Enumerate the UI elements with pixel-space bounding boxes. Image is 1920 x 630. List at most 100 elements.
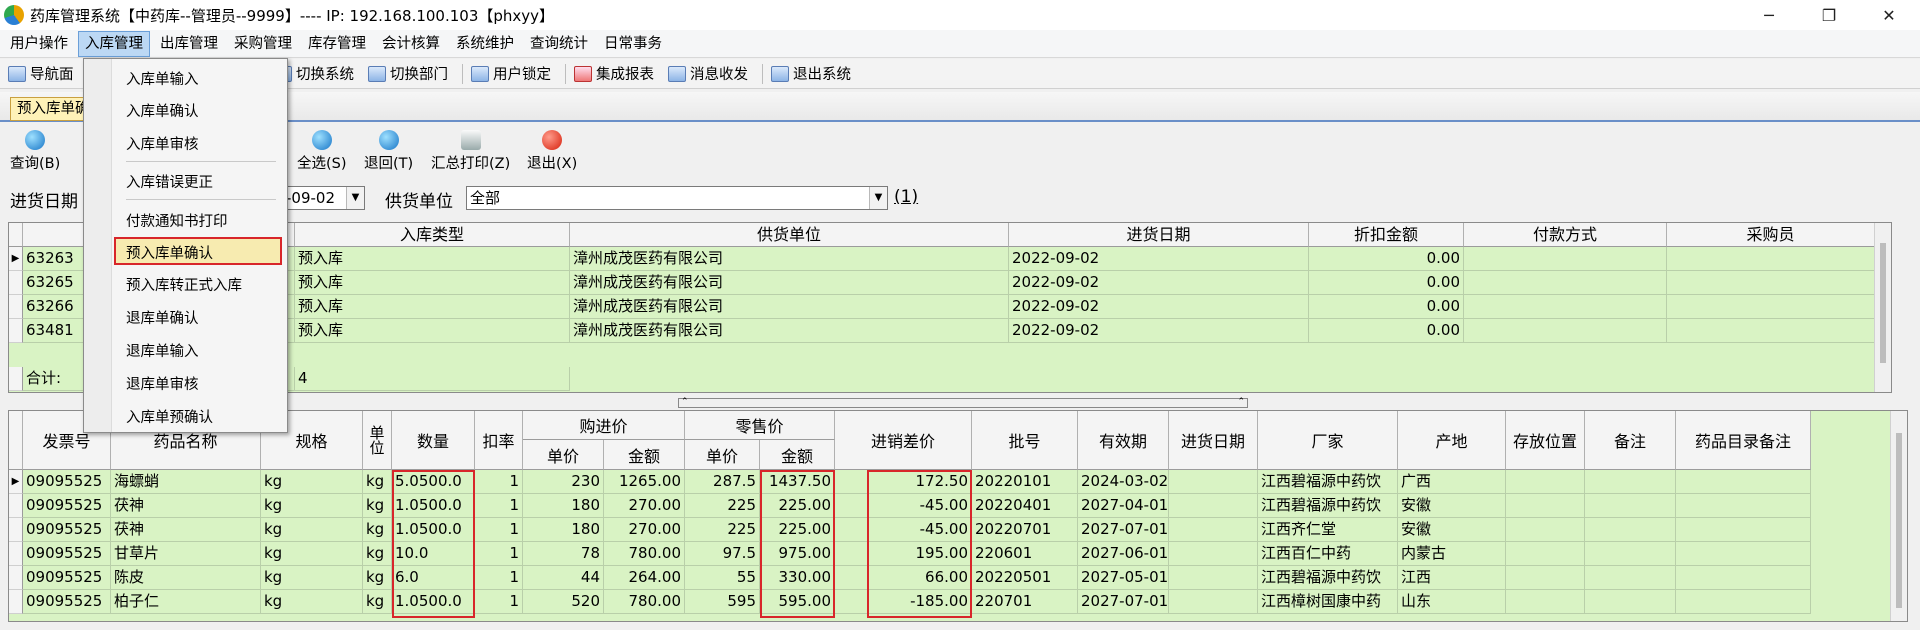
table-cell[interactable]: kg — [261, 518, 363, 542]
table-cell[interactable] — [1667, 247, 1875, 271]
table-cell[interactable]: 09095525 — [23, 542, 111, 566]
row-indicator[interactable] — [9, 566, 23, 590]
table-cell[interactable]: 柏子仁 — [111, 590, 261, 614]
table-cell[interactable]: 茯神 — [111, 518, 261, 542]
table-cell[interactable]: 595 — [685, 590, 760, 614]
table-cell[interactable]: 江西百仁中药 — [1258, 542, 1398, 566]
row-indicator[interactable] — [9, 319, 23, 343]
table-cell[interactable]: 270.00 — [604, 518, 685, 542]
menu-inbound[interactable]: 入库管理 — [78, 30, 150, 57]
table-cell[interactable] — [1506, 494, 1585, 518]
grid-header-payment[interactable]: 付款方式 — [1464, 223, 1667, 247]
row-indicator[interactable] — [9, 295, 23, 319]
table-cell[interactable] — [1169, 494, 1258, 518]
menu-item-pre-confirm[interactable]: 入库单预确认 — [126, 406, 213, 427]
table-cell[interactable] — [1585, 518, 1676, 542]
table-cell[interactable]: 09095525 — [23, 470, 111, 494]
grid-header-buyer[interactable]: 采购员 — [1667, 223, 1875, 247]
row-indicator[interactable] — [9, 590, 23, 614]
exit-action-button[interactable]: 退出(X) — [527, 130, 577, 173]
grid-header-diff[interactable]: 进销差价 — [835, 411, 972, 470]
rollback-button[interactable]: 退回(T) — [364, 130, 413, 173]
table-cell[interactable] — [1169, 470, 1258, 494]
table-cell[interactable]: 78 — [523, 542, 604, 566]
table-cell[interactable]: 江西碧福源中药饮 — [1258, 566, 1398, 590]
grid-header-purchase[interactable]: 购进价 — [523, 411, 685, 440]
table-cell[interactable] — [1169, 590, 1258, 614]
table-cell[interactable]: 220701 — [972, 590, 1078, 614]
table-cell[interactable]: 安徽 — [1398, 494, 1506, 518]
table-cell[interactable]: 264.00 — [604, 566, 685, 590]
lower-grid-scrollbar[interactable] — [1890, 411, 1907, 621]
grid-header-qty[interactable]: 数量 — [392, 411, 475, 470]
grid-header-purchase-price[interactable]: 单价 — [523, 440, 604, 470]
table-cell[interactable] — [1506, 542, 1585, 566]
menu-item-inbound-audit[interactable]: 入库单审核 — [126, 133, 199, 154]
supplier-count[interactable]: (1) — [894, 187, 918, 207]
table-cell[interactable]: 预入库 — [295, 271, 570, 295]
grid-header-maker[interactable]: 厂家 — [1258, 411, 1398, 470]
table-cell[interactable]: 漳州成茂医药有限公司 — [570, 295, 1009, 319]
table-cell[interactable]: kg — [363, 518, 392, 542]
restore-button[interactable]: ❐ — [1800, 0, 1858, 30]
table-cell[interactable] — [1169, 542, 1258, 566]
table-cell[interactable]: 1 — [475, 542, 523, 566]
select-all-button[interactable]: 全选(S) — [297, 130, 347, 173]
row-indicator[interactable] — [9, 542, 23, 566]
table-cell[interactable]: 180 — [523, 518, 604, 542]
table-cell[interactable]: 江西齐仁堂 — [1258, 518, 1398, 542]
table-cell[interactable]: 预入库 — [295, 319, 570, 343]
table-cell[interactable]: kg — [261, 494, 363, 518]
table-cell[interactable]: 2027-05-01 — [1078, 566, 1169, 590]
table-cell[interactable]: 20220401 — [972, 494, 1078, 518]
table-cell[interactable]: 2022-09-02 — [1009, 247, 1309, 271]
menu-item-return-confirm[interactable]: 退库单确认 — [126, 307, 199, 328]
menu-item-pre-to-formal[interactable]: 预入库转正式入库 — [126, 274, 242, 295]
toolbar-exit[interactable]: 退出系统 — [771, 61, 851, 87]
chevron-down-icon[interactable]: ▼ — [869, 187, 887, 209]
table-cell[interactable]: 780.00 — [604, 590, 685, 614]
table-cell[interactable]: 44 — [523, 566, 604, 590]
table-cell[interactable]: 0.00 — [1309, 295, 1464, 319]
table-cell[interactable]: 广西 — [1398, 470, 1506, 494]
table-cell[interactable] — [1676, 590, 1811, 614]
table-cell[interactable]: 预入库 — [295, 247, 570, 271]
menu-system[interactable]: 系统维护 — [450, 31, 520, 57]
table-cell[interactable]: kg — [261, 542, 363, 566]
menu-query[interactable]: 查询统计 — [524, 31, 594, 57]
table-cell[interactable] — [1585, 542, 1676, 566]
table-cell[interactable] — [1585, 494, 1676, 518]
table-cell[interactable] — [1464, 271, 1667, 295]
table-cell[interactable]: 2022-09-02 — [1009, 295, 1309, 319]
table-cell[interactable]: 09095525 — [23, 566, 111, 590]
table-cell[interactable]: 97.5 — [685, 542, 760, 566]
date-combo[interactable]: -09-02 ▼ — [282, 186, 365, 210]
table-cell[interactable] — [1169, 566, 1258, 590]
toolbar-reports[interactable]: 集成报表 — [574, 61, 654, 87]
row-indicator[interactable] — [9, 518, 23, 542]
table-cell[interactable]: 0.00 — [1309, 319, 1464, 343]
table-cell[interactable]: 780.00 — [604, 542, 685, 566]
menu-outbound[interactable]: 出库管理 — [154, 31, 224, 57]
table-cell[interactable]: 漳州成茂医药有限公司 — [570, 319, 1009, 343]
table-cell[interactable] — [1676, 542, 1811, 566]
table-cell[interactable]: 预入库 — [295, 295, 570, 319]
table-cell[interactable]: 220601 — [972, 542, 1078, 566]
table-cell[interactable]: 陈皮 — [111, 566, 261, 590]
table-cell[interactable]: 1 — [475, 470, 523, 494]
table-cell[interactable]: 江西樟树国康中药 — [1258, 590, 1398, 614]
table-cell[interactable]: 225 — [685, 518, 760, 542]
table-cell[interactable] — [1506, 518, 1585, 542]
table-cell[interactable]: 20220701 — [972, 518, 1078, 542]
menu-user-ops[interactable]: 用户操作 — [4, 31, 74, 57]
table-cell[interactable]: kg — [261, 470, 363, 494]
table-cell[interactable]: 2022-09-02 — [1009, 271, 1309, 295]
grid-header-purchase-amount[interactable]: 金额 — [604, 440, 685, 470]
menu-stock[interactable]: 库存管理 — [302, 31, 372, 57]
table-cell[interactable]: 江西碧福源中药饮 — [1258, 470, 1398, 494]
minimize-button[interactable]: ─ — [1740, 0, 1798, 30]
table-cell[interactable]: 287.5 — [685, 470, 760, 494]
table-cell[interactable]: 海螵蛸 — [111, 470, 261, 494]
grid-header-unit[interactable]: 单位 — [363, 411, 392, 470]
chevron-down-icon[interactable]: ▼ — [346, 187, 364, 209]
